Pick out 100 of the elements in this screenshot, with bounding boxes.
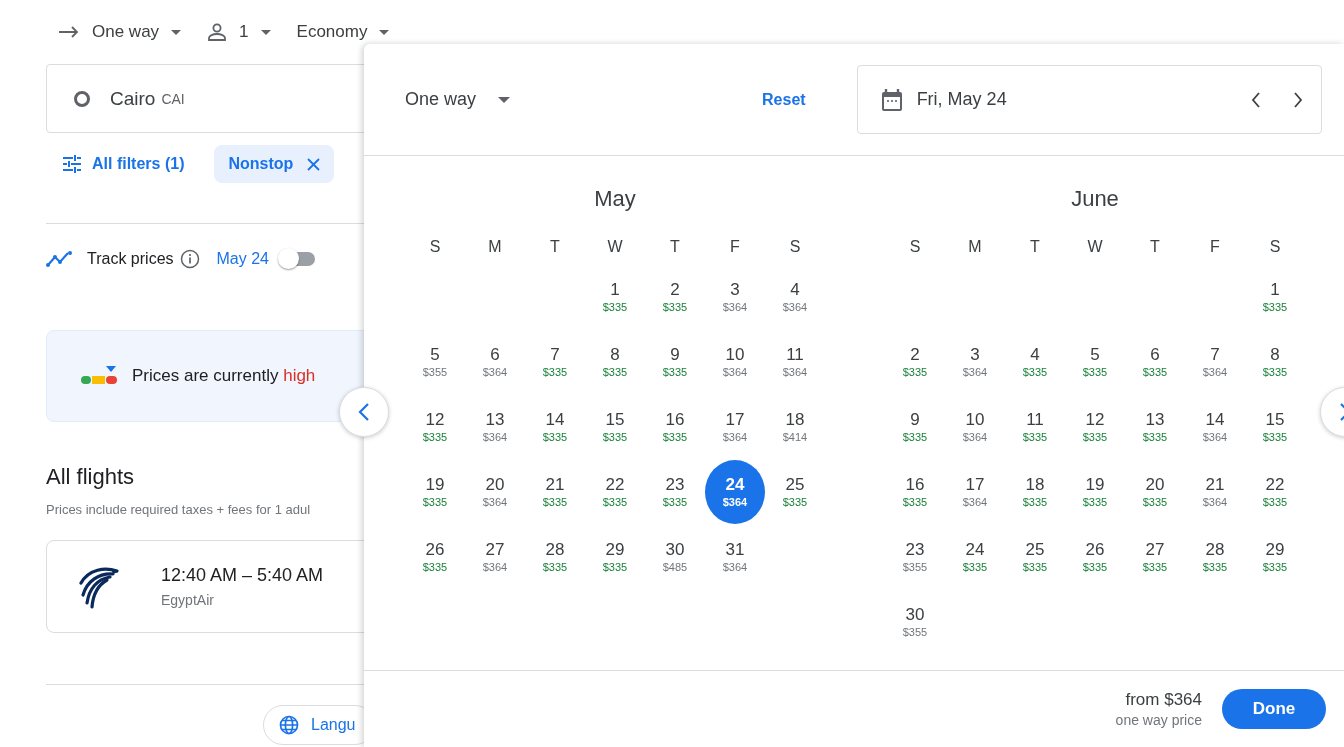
calendar-day[interactable]: 29 $335 [1245,524,1305,589]
circle-icon [73,89,91,108]
weekday-label: W [1086,238,1104,257]
previous-month-button[interactable] [339,387,389,437]
trend-line-icon [46,251,74,267]
done-button[interactable]: Done [1222,689,1326,729]
calendar-day[interactable]: 2 $335 [645,264,705,329]
weekday-label: S [788,238,802,257]
calendar-day[interactable]: 20 $335 [1125,459,1185,524]
calendar-day[interactable]: 26 $335 [1065,524,1125,589]
weekday-label: S [908,238,922,257]
reset-button[interactable]: Reset [762,90,806,109]
price-level-icon [80,365,118,387]
weekday-label: T [1149,238,1161,257]
weekday-label: F [729,238,741,257]
passengers-dropdown[interactable]: 1 [207,22,271,42]
trip-type-dropdown[interactable]: One way [58,22,182,42]
calendar-day[interactable]: 29 $335 [585,524,645,589]
calendar-day[interactable]: 5 $335 [1065,329,1125,394]
calendar-day[interactable]: 11 $364 [765,329,825,394]
calendar-day[interactable]: 28 $335 [1185,524,1245,589]
calendar-day[interactable]: 13 $364 [465,394,525,459]
calendar-day[interactable]: 23 $335 [645,459,705,524]
calendar-day[interactable]: 24 $335 [945,524,1005,589]
section-title: All flights [46,464,136,490]
calendar-day[interactable]: 15 $335 [585,394,645,459]
calendar-day[interactable]: 5 $355 [405,329,465,394]
calendar-day[interactable]: 30 $355 [885,589,945,654]
price-insight-text: Prices are currently high [132,366,316,386]
chevron-left-icon[interactable] [1250,91,1261,108]
filter-icon [62,155,82,173]
calendar-day[interactable]: 1 $335 [585,264,645,329]
calendar-day[interactable]: 18 $414 [765,394,825,459]
calendar-day[interactable]: 31 $364 [705,524,765,589]
chevron-right-icon[interactable] [1292,91,1303,108]
calendar-day[interactable]: 21 $364 [1185,459,1245,524]
calendar-day[interactable]: 8 $335 [1245,329,1305,394]
calendar-day[interactable]: 6 $364 [465,329,525,394]
calendar-day[interactable]: 16 $335 [645,394,705,459]
weekday-label: S [1268,238,1282,257]
calendar-day[interactable]: 21 $335 [525,459,585,524]
calendar-day[interactable]: 9 $335 [645,329,705,394]
calendar-icon [880,87,903,112]
calendar-day[interactable]: 25 $335 [765,459,825,524]
airline-name: EgyptAir [161,592,215,608]
track-date: May 24 [216,250,269,268]
calendar-day[interactable]: 19 $335 [405,459,465,524]
calendar-day[interactable]: 8 $335 [585,329,645,394]
globe-icon [279,715,299,735]
section-subtitle: Prices include required taxes + fees for 1 adul [46,502,312,517]
calendar-day[interactable]: 17 $364 [705,394,765,459]
calendar-day[interactable]: 4 $364 [765,264,825,329]
calendar-day[interactable]: 7 $335 [525,329,585,394]
calendar-day[interactable]: 24 $364 [705,459,765,524]
date-field[interactable]: Fri, May 24 [856,65,1322,134]
calendar-day[interactable]: 25 $335 [1005,524,1065,589]
calendar-day[interactable]: 11 $335 [1005,394,1065,459]
calendar-day[interactable]: 14 $364 [1185,394,1245,459]
filter-chip[interactable]: Nonstop [214,145,335,183]
calendar-day[interactable]: 27 $335 [1125,524,1185,589]
month-title: June [1070,186,1120,213]
calendar-day[interactable]: 19 $335 [1065,459,1125,524]
flight-times: 12:40 AM – 5:40 AM [161,565,324,586]
calendar-day[interactable]: 2 $335 [885,329,945,394]
calendar-day[interactable]: 12 $335 [1065,394,1125,459]
calendar-day[interactable]: 27 $364 [465,524,525,589]
calendar-day[interactable]: 22 $335 [1245,459,1305,524]
calendar-day[interactable]: 18 $335 [1005,459,1065,524]
calendar-day[interactable]: 16 $335 [885,459,945,524]
calendar-day[interactable]: 7 $364 [1185,329,1245,394]
close-icon [307,157,321,171]
weekday-label: W [606,238,624,257]
all-filters-button[interactable]: All filters (1) [62,155,185,173]
calendar-day[interactable]: 17 $364 [945,459,1005,524]
weekday-label: T [1029,238,1041,257]
toggle-switch[interactable] [277,247,317,271]
weekday-label: F [1209,238,1221,257]
cabin-class-dropdown[interactable]: Economy [296,22,390,42]
calendar-day[interactable]: 22 $335 [585,459,645,524]
calendar-day[interactable]: 9 $335 [885,394,945,459]
weekday-label: T [669,238,681,257]
price-note: one way price [1115,712,1202,728]
calendar-day[interactable]: 20 $364 [465,459,525,524]
calendar-day[interactable]: 23 $355 [885,524,945,589]
calendar-day[interactable]: 28 $335 [525,524,585,589]
calendar-day[interactable]: 12 $335 [405,394,465,459]
calendar-day[interactable]: 6 $335 [1125,329,1185,394]
calendar-day[interactable]: 15 $335 [1245,394,1305,459]
calendar-day[interactable]: 10 $364 [945,394,1005,459]
calendar-day[interactable]: 14 $335 [525,394,585,459]
calendar-day[interactable]: 3 $364 [945,329,1005,394]
caret-icon [260,29,271,35]
weekday-label: M [487,238,503,257]
calendar-day[interactable]: 10 $364 [705,329,765,394]
calendar-day[interactable]: 3 $364 [705,264,765,329]
calendar-day[interactable]: 13 $335 [1125,394,1185,459]
calendar-day[interactable]: 4 $335 [1005,329,1065,394]
calendar-day[interactable]: 30 $485 [645,524,705,589]
calendar-day[interactable]: 1 $335 [1245,264,1305,329]
caret-icon [171,29,182,35]
